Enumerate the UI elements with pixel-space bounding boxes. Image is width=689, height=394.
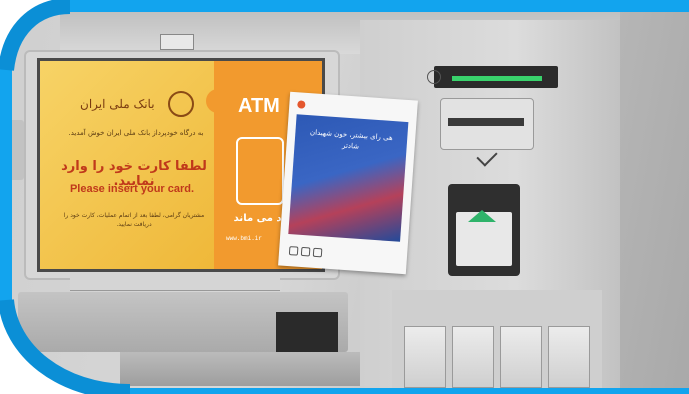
lower-compartment [404,326,446,388]
welcome-text: به درگاه خودپرداز بانک ملی ایران خوش آمد… [68,129,204,137]
card-reader-indicator-icon [468,210,496,222]
bank-logo-small-icon [427,70,441,84]
atm-photo: بانک ملی ایران به درگاه خودپرداز بانک مل… [0,0,689,394]
flyer-paper: هی رای بیشتر، خون شهیدان شادتر [278,92,418,275]
side-buttons [6,120,24,180]
lower-compartment [548,326,590,388]
lower-compartment [500,326,542,388]
bottom-strip [120,352,360,386]
receipt-gap [448,118,524,126]
bank-website: www.bmi.ir [226,235,263,242]
bank-name: بانک ملی ایران [80,97,155,111]
brand-plate [160,34,194,50]
bank-logo-icon [168,91,194,117]
status-light [452,76,542,81]
lower-compartment [452,326,494,388]
screen-note: مشتریان گرامی، لطفا بعد از اتمام عملیات،… [63,212,205,228]
card-hand-icon [236,137,284,205]
screen-tab-shape [206,89,230,113]
photo-frame: بانک ملی ایران به درگاه خودپرداز بانک مل… [0,0,689,394]
insert-card-english: Please insert your card. [69,183,195,195]
atm-label: ATM [238,95,280,117]
below-screen-strip [70,272,280,291]
flyer-footer [288,238,397,267]
